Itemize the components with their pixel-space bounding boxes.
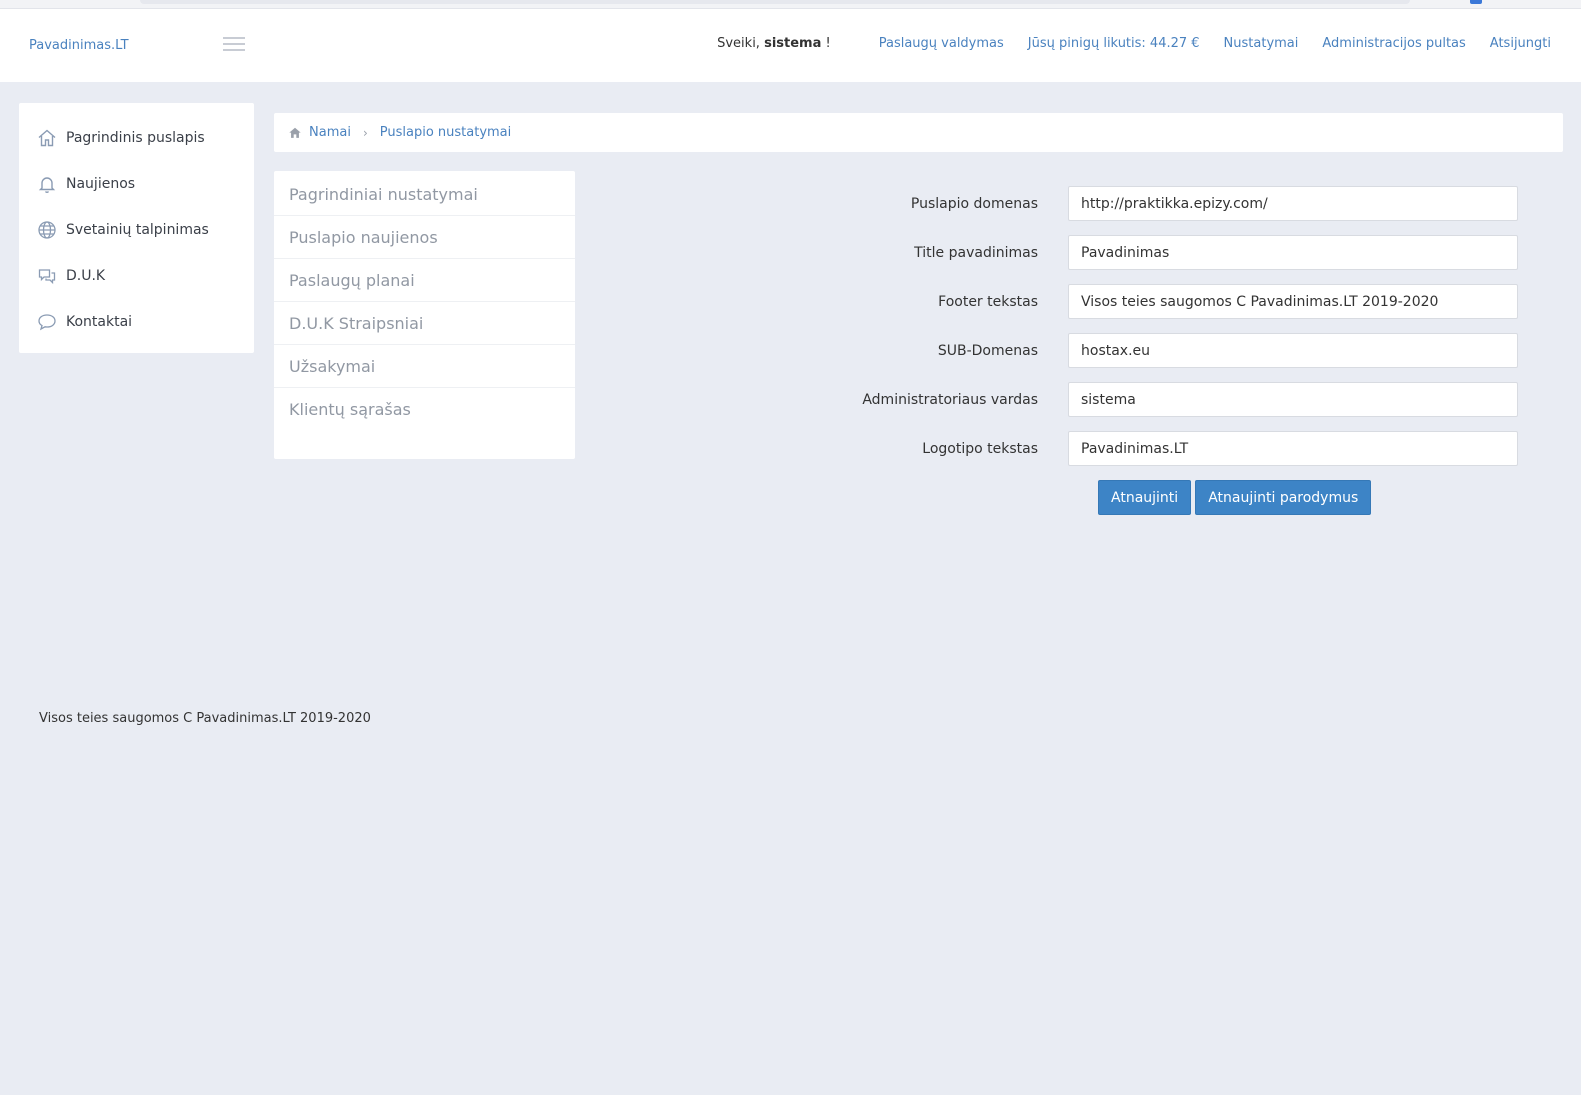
submenu-item-faq-articles[interactable]: D.U.K Straipsniai (274, 302, 575, 345)
sidebar-item-hosting[interactable]: Svetainių talpinimas (19, 207, 254, 253)
nav-logout[interactable]: Atsijungti (1490, 36, 1551, 51)
form-row-domain: Puslapio domenas (600, 186, 1548, 221)
greeting-user: sistema (764, 36, 822, 51)
subdomain-label: SUB-Domenas (937, 342, 1038, 359)
greeting-prefix: Sveiki, (717, 36, 760, 51)
subdomain-input[interactable] (1068, 333, 1518, 368)
update-views-button[interactable]: Atnaujinti parodymus (1195, 480, 1372, 515)
extension-icon (1470, 0, 1482, 4)
admin-name-label: Administratoriaus vardas (862, 391, 1038, 408)
bell-icon (37, 174, 57, 194)
form-row-admin-name: Administratoriaus vardas (600, 382, 1548, 417)
chat-bubbles-icon (37, 266, 57, 286)
brand-link[interactable]: Pavadinimas.LT (29, 38, 129, 53)
form-row-title: Title pavadinimas (600, 235, 1548, 270)
sidebar-item-label: Naujienos (66, 176, 136, 192)
top-header: Pavadinimas.LT Sveiki, sistema ! Paslaug… (0, 9, 1581, 82)
domain-input[interactable] (1068, 186, 1518, 221)
home-icon (289, 127, 301, 138)
form-row-logo-text: Logotipo tekstas (600, 431, 1548, 466)
nav-balance[interactable]: Jūsų pinigų likutis: 44.27 € (1028, 36, 1200, 51)
footer-input[interactable] (1068, 284, 1518, 319)
greeting-suffix: ! (825, 36, 831, 51)
chat-bubble-icon (37, 312, 57, 332)
sidebar-item-label: Pagrindinis puslapis (66, 130, 205, 146)
logo-text-label: Logotipo tekstas (922, 440, 1038, 457)
chevron-right-icon: › (362, 125, 368, 140)
sidebar-item-label: D.U.K (66, 268, 106, 284)
settings-form: Puslapio domenas Title pavadinimas Foote… (600, 186, 1548, 515)
globe-icon (37, 220, 57, 240)
address-bar-edge (140, 0, 1410, 4)
title-label: Title pavadinimas (914, 244, 1038, 261)
submenu-item-page-news[interactable]: Puslapio naujienos (274, 216, 575, 259)
breadcrumb-home-link[interactable]: Namai (309, 125, 351, 140)
sidebar-item-news[interactable]: Naujienos (19, 161, 254, 207)
sidebar-item-label: Kontaktai (66, 314, 133, 330)
title-input[interactable] (1068, 235, 1518, 270)
nav-admin-panel[interactable]: Administracijos pultas (1322, 36, 1465, 51)
sidebar-item-faq[interactable]: D.U.K (19, 253, 254, 299)
footer-label: Footer tekstas (938, 293, 1038, 310)
sidebar-item-label: Svetainių talpinimas (66, 222, 209, 238)
submenu-item-service-plans[interactable]: Paslaugų planai (274, 259, 575, 302)
greeting: Sveiki, sistema ! (717, 36, 831, 51)
submenu-item-main-settings[interactable]: Pagrindiniai nustatymai (274, 173, 575, 216)
form-row-footer: Footer tekstas (600, 284, 1548, 319)
logo-text-input[interactable] (1068, 431, 1518, 466)
nav-settings[interactable]: Nustatymai (1224, 36, 1299, 51)
admin-name-input[interactable] (1068, 382, 1518, 417)
domain-label: Puslapio domenas (910, 195, 1038, 212)
sidebar: Pagrindinis puslapis Naujienos Svetainių… (19, 103, 254, 353)
update-button[interactable]: Atnaujinti (1098, 480, 1192, 515)
browser-top-strip (0, 0, 1581, 9)
form-buttons: Atnaujinti Atnaujinti parodymus (1098, 480, 1548, 515)
sidebar-item-contacts[interactable]: Kontaktai (19, 299, 254, 345)
sidebar-item-home[interactable]: Pagrindinis puslapis (19, 115, 254, 161)
footer-text: Visos teies saugomos C Pavadinimas.LT 20… (39, 711, 371, 726)
nav-service-management[interactable]: Paslaugų valdymas (879, 36, 1004, 51)
submenu-item-orders[interactable]: Užsakymai (274, 345, 575, 388)
form-row-subdomain: SUB-Domenas (600, 333, 1548, 368)
settings-submenu: Pagrindiniai nustatymai Puslapio naujien… (274, 171, 575, 459)
menu-toggle-icon[interactable] (223, 37, 245, 53)
top-nav: Sveiki, sistema ! Paslaugų valdymas Jūsų… (717, 36, 1551, 51)
breadcrumb: Namai › Puslapio nustatymai (274, 113, 1563, 152)
submenu-item-client-list[interactable]: Klientų sąrašas (274, 388, 575, 431)
home-icon (37, 128, 57, 148)
breadcrumb-current[interactable]: Puslapio nustatymai (380, 125, 512, 140)
